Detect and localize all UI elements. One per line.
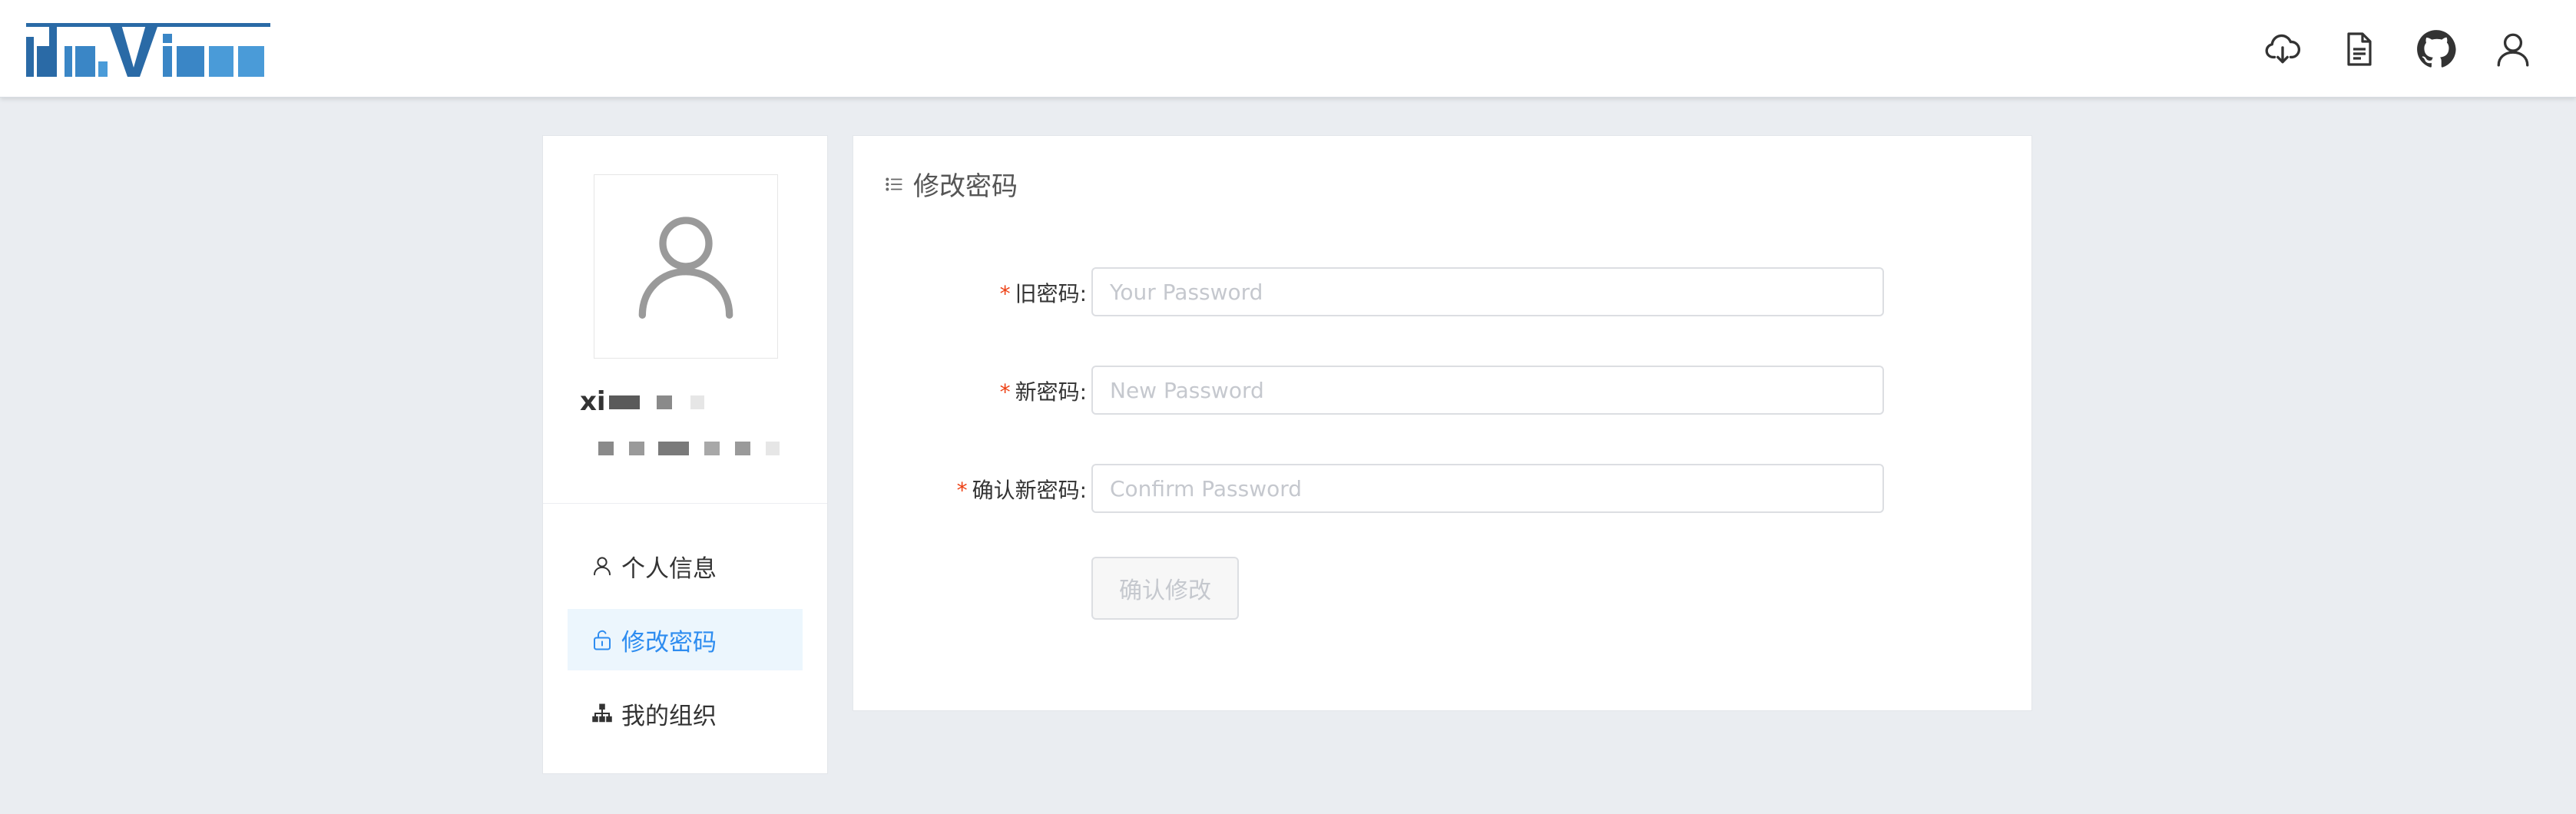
user-icon bbox=[594, 557, 611, 576]
document-icon[interactable] bbox=[2338, 28, 2381, 71]
avatar[interactable] bbox=[594, 174, 778, 359]
required-mark: * bbox=[999, 379, 1011, 405]
confirm-change-button[interactable]: 确认修改 bbox=[1091, 557, 1239, 620]
confirm-password-label: * 确认新密码: bbox=[956, 478, 1087, 503]
new-password-input[interactable] bbox=[1091, 366, 1884, 415]
old-password-input[interactable] bbox=[1091, 267, 1884, 316]
card-title: 修改密码 bbox=[884, 165, 1018, 203]
menu-item-organizations[interactable]: 我的组织 bbox=[568, 683, 803, 744]
menu-item-profile[interactable]: 个人信息 bbox=[568, 535, 803, 597]
new-password-label: * 新密码: bbox=[999, 379, 1087, 405]
menu-item-change-password-label: 修改密码 bbox=[621, 628, 717, 657]
lock-icon bbox=[594, 630, 611, 650]
github-icon[interactable] bbox=[2415, 28, 2458, 71]
list-icon bbox=[886, 177, 902, 190]
sidebar-divider bbox=[543, 503, 827, 504]
confirm-password-input[interactable] bbox=[1091, 464, 1884, 513]
top-bar bbox=[0, 0, 2576, 98]
menu-item-change-password[interactable]: 修改密码 bbox=[568, 609, 803, 670]
required-mark: * bbox=[956, 478, 968, 503]
menu-item-profile-label: 个人信息 bbox=[621, 554, 717, 583]
user-account-icon[interactable] bbox=[2492, 28, 2535, 71]
menu-item-organizations-label: 我的组织 bbox=[621, 702, 717, 730]
org-icon bbox=[592, 703, 612, 723]
old-password-label: * 旧密码: bbox=[999, 281, 1087, 306]
card-title-text: 修改密码 bbox=[913, 171, 1018, 202]
username: xi bbox=[580, 386, 606, 417]
cloud-download-icon[interactable] bbox=[2261, 28, 2304, 71]
required-mark: * bbox=[999, 281, 1011, 306]
davinci-logo[interactable] bbox=[26, 23, 272, 77]
change-password-card: 修改密码 * 旧密码: * 新密码: * 确认新密码: 确认修改 bbox=[853, 135, 2032, 711]
profile-sidebar: xi 个人信息 修改密码 我的组织 bbox=[542, 135, 828, 774]
